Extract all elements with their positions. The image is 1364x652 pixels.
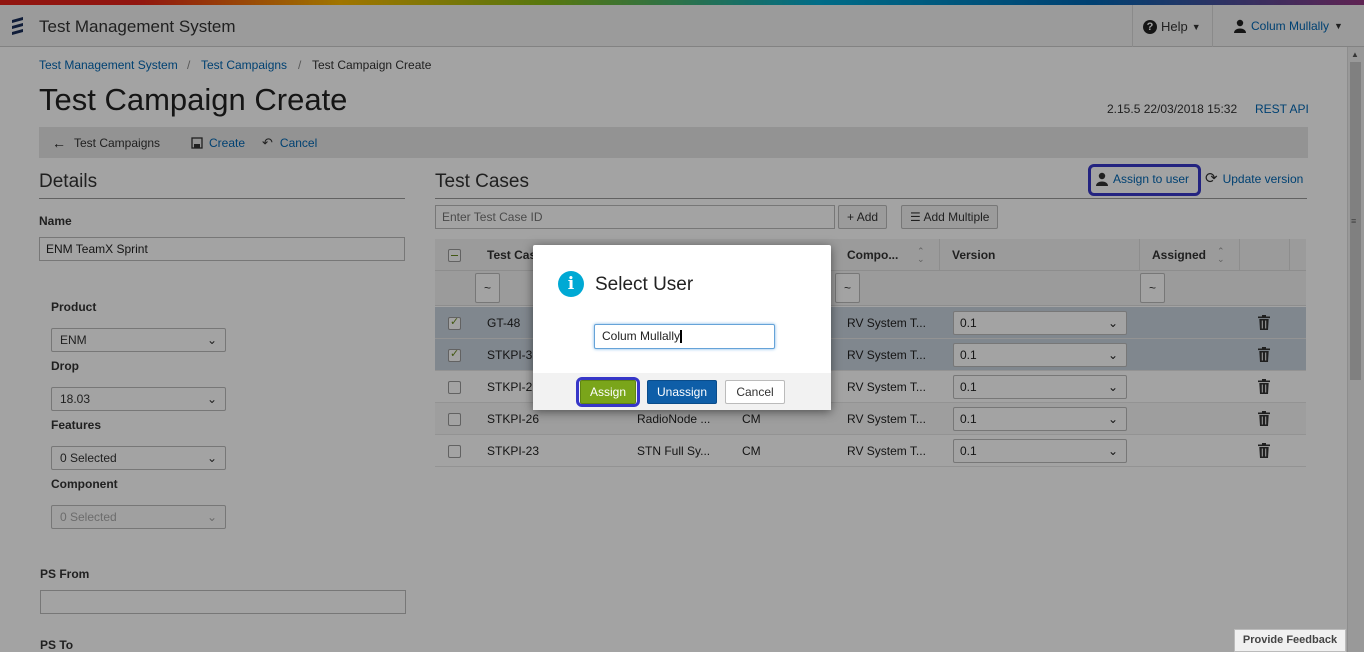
provide-feedback-button[interactable]: Provide Feedback (1234, 629, 1346, 652)
info-icon: i (558, 271, 584, 297)
dialog-cancel-button[interactable]: Cancel (725, 380, 785, 404)
unassign-button[interactable]: Unassign (647, 380, 717, 404)
user-input-value: Colum Mullally (602, 329, 681, 343)
dialog-title: Select User (595, 274, 694, 295)
assign-button[interactable]: Assign (580, 380, 636, 404)
user-search-input[interactable]: Colum Mullally (594, 324, 775, 349)
